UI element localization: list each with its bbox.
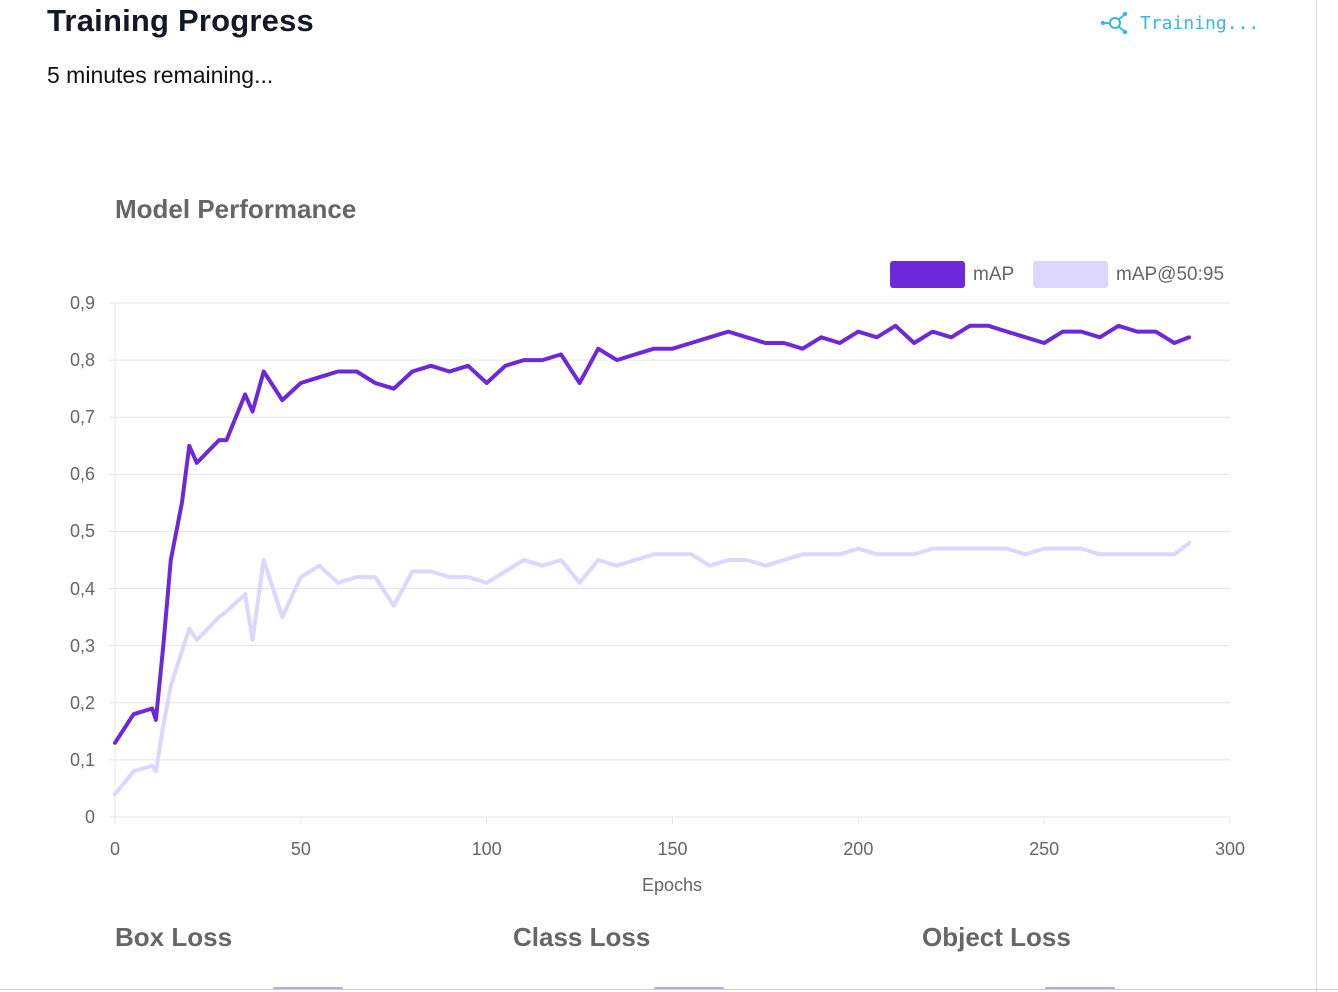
x-tick-label: 250 [1029,839,1060,859]
y-tick-label: 0,5 [69,521,95,542]
series-line-map50-95 [113,540,1192,797]
x-tick-label: 300 [1214,839,1246,859]
y-tick-label: 0,2 [69,692,95,713]
x-tick-label: 0 [109,839,120,859]
x-tick-label: 50 [290,839,311,859]
y-tick-label: 0,6 [69,464,95,485]
y-tick-label: 0,4 [69,578,95,599]
y-tick-label: 0,8 [69,350,95,371]
y-tick-label: 0 [84,807,95,827]
x-tick-label: 100 [471,839,502,859]
y-tick-label: 0,1 [69,749,95,770]
y-tick-label: 0,7 [69,407,95,428]
panel-bottom-border [0,989,1338,990]
class-loss-title: Class Loss [513,922,651,952]
x-tick-label: 150 [657,839,688,859]
object-loss-title: Object Loss [922,922,1071,952]
training-progress-page: Training Progress Training... 5 minutes … [0,0,1338,992]
y-tick-label: 0,3 [69,635,95,656]
panel-right-border [1316,0,1317,992]
y-tick-label: 0,9 [69,293,95,313]
series-line-map [113,323,1192,745]
box-loss-title: Box Loss [115,922,233,952]
x-tick-label: 200 [843,839,874,859]
x-axis-title: Epochs [641,875,703,895]
